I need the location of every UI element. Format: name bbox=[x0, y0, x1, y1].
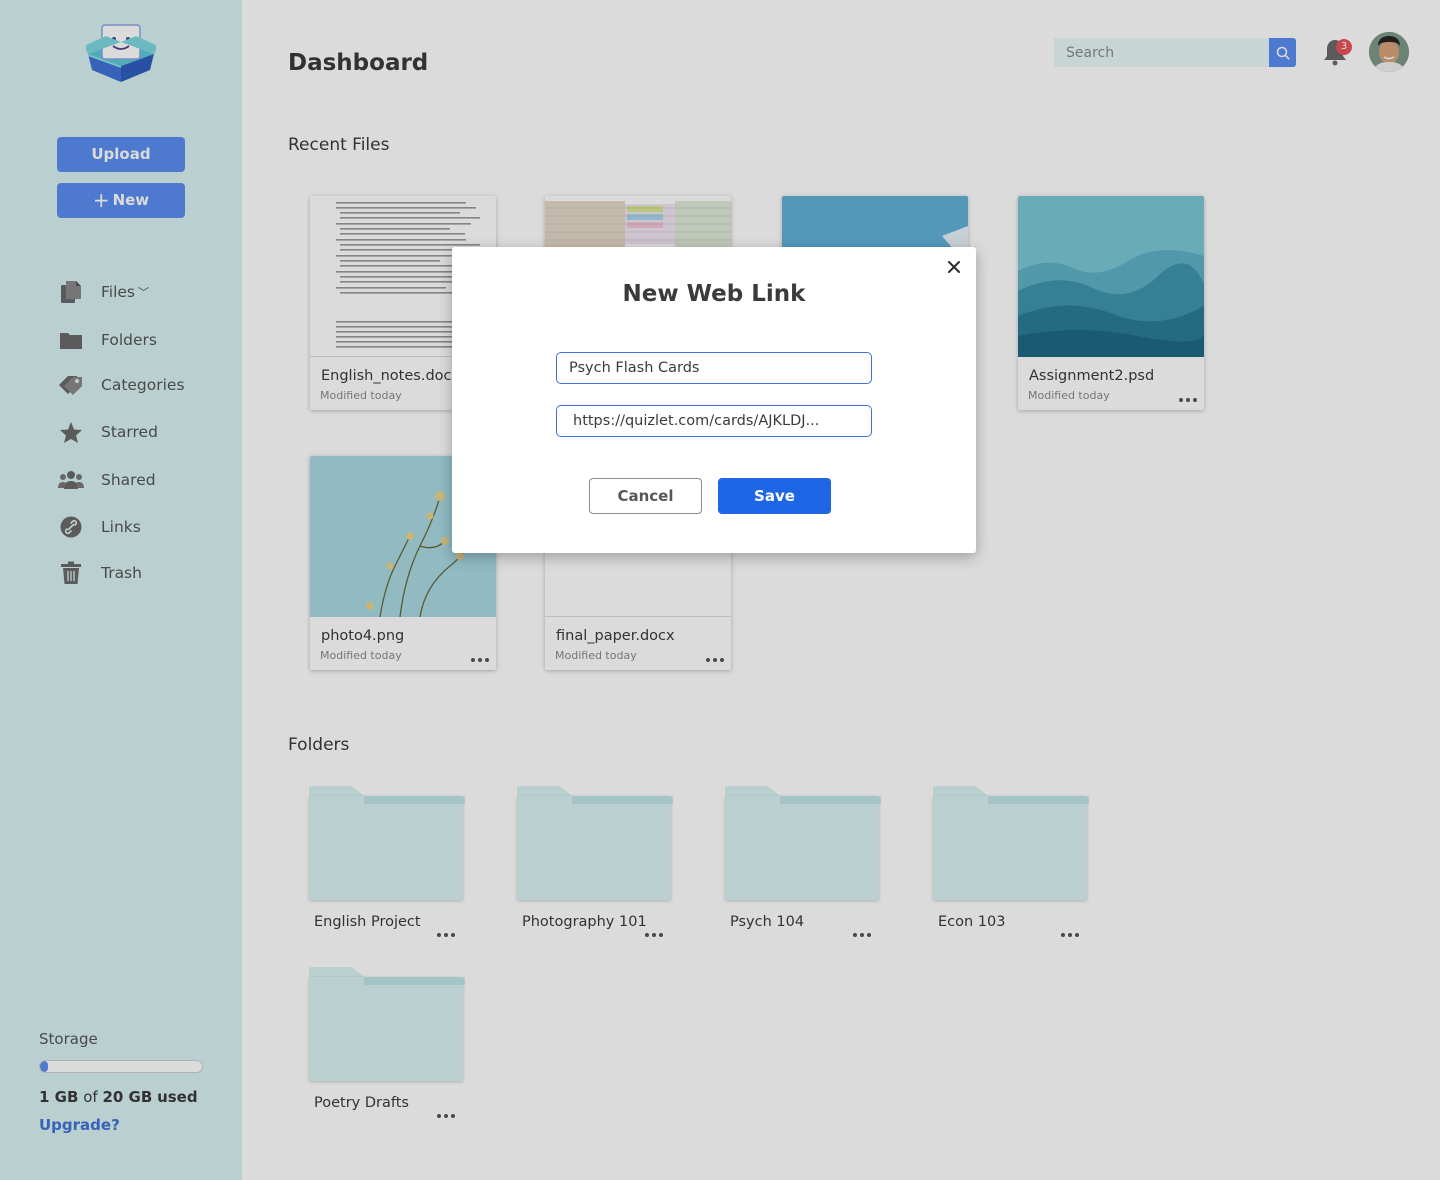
dialog-title: New Web Link bbox=[622, 281, 806, 307]
close-icon[interactable] bbox=[946, 259, 962, 275]
link-name-field[interactable] bbox=[556, 352, 872, 384]
modal-overlay[interactable] bbox=[0, 0, 1440, 1180]
cancel-button[interactable]: Cancel bbox=[589, 478, 702, 514]
save-button[interactable]: Save bbox=[718, 478, 831, 514]
new-web-link-dialog: New Web Link Cancel Save bbox=[452, 247, 976, 553]
link-url-field[interactable] bbox=[556, 405, 872, 437]
